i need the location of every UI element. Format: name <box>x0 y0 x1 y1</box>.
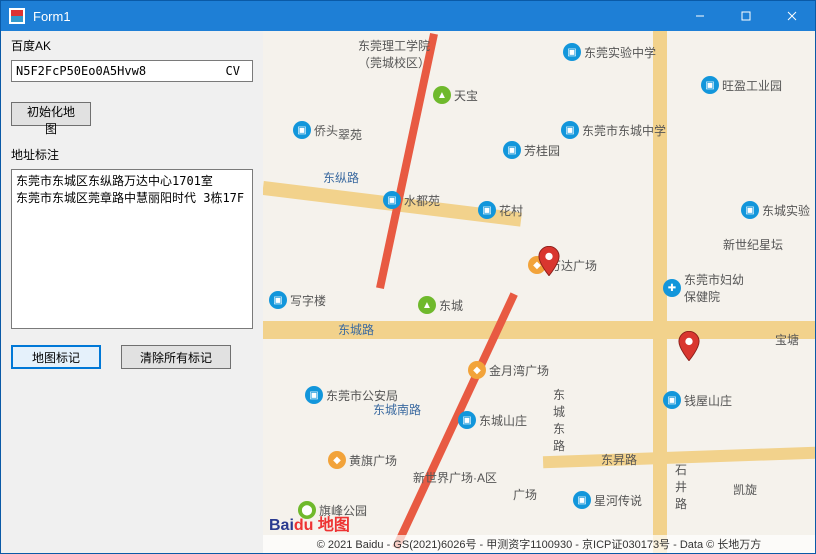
poi: 新世纪星坛 <box>723 236 783 253</box>
window-buttons <box>677 1 815 31</box>
map-copyright: © 2021 Baidu - GS(2021)6026号 - 甲测资字11009… <box>263 535 815 553</box>
ak-label: 百度AK <box>11 37 253 54</box>
poi: 宝塘 <box>775 331 799 348</box>
poi: ✚东莞市妇幼 保健院 <box>663 271 744 305</box>
mark-map-button[interactable]: 地图标记 <box>11 345 101 369</box>
poi: ▣花村 <box>478 201 523 219</box>
maximize-button[interactable] <box>723 1 769 31</box>
poi: ▣东城实验 <box>741 201 810 219</box>
ak-input[interactable] <box>11 60 253 82</box>
poi: ◆黄旗广场 <box>328 451 397 469</box>
poi: 广场 <box>513 486 537 503</box>
poi: ▲天宝 <box>433 86 478 104</box>
poi: ▣旺盈工业园 <box>701 76 782 94</box>
titlebar: Form1 <box>1 1 815 31</box>
baidu-logo: Baidu 地图 <box>269 511 350 535</box>
clear-markers-button[interactable]: 清除所有标记 <box>121 345 231 369</box>
map-marker[interactable] <box>678 331 700 361</box>
poi: ◆金月湾广场 <box>468 361 549 379</box>
map-marker[interactable] <box>538 246 560 276</box>
init-map-button[interactable]: 初始化地图 <box>11 102 91 126</box>
poi: 东莞理工学院 （莞城校区） <box>358 37 430 71</box>
close-button[interactable] <box>769 1 815 31</box>
poi: ▣芳桂园 <box>503 141 560 159</box>
poi: 翠苑 <box>338 126 362 143</box>
address-label: 地址标注 <box>11 146 253 163</box>
left-panel: 百度AK 初始化地图 地址标注 东莞市东城区东纵路万达中心1701室 东莞市东城… <box>1 31 263 553</box>
road-label: 东纵路 <box>323 169 359 186</box>
poi: 石 井 路 <box>675 461 687 512</box>
poi: ▣东城山庄 <box>458 411 527 429</box>
poi: 东 城 东 路 <box>553 386 565 454</box>
poi: ▣钱屋山庄 <box>663 391 732 409</box>
poi: 新世界广场·A区 <box>413 469 497 486</box>
poi: ▲东城 <box>418 296 463 314</box>
minimize-button[interactable] <box>677 1 723 31</box>
poi: ▣东莞实验中学 <box>563 43 656 61</box>
address-textarea[interactable]: 东莞市东城区东纵路万达中心1701室 东莞市东城区莞章路中慧丽阳时代 3栋17F <box>11 169 253 329</box>
app-icon <box>9 8 25 24</box>
poi: 凯旋 <box>733 481 757 498</box>
poi: 东昇路 <box>601 451 637 468</box>
poi: ▣侨头 <box>293 121 338 139</box>
poi: ▣写字楼 <box>269 291 326 309</box>
poi: ▣东莞市东城中学 <box>561 121 666 139</box>
poi: ▣水都苑 <box>383 191 440 209</box>
road-label: 东城路 <box>338 321 374 338</box>
poi: ▣星河传说 <box>573 491 642 509</box>
map[interactable]: 东莞理工学院 （莞城校区） ▣东莞实验中学 ▣旺盈工业园 ▲天宝 ▣侨头 翠苑 … <box>263 31 815 553</box>
window-title: Form1 <box>33 9 677 24</box>
road-label: 东城南路 <box>373 401 421 418</box>
